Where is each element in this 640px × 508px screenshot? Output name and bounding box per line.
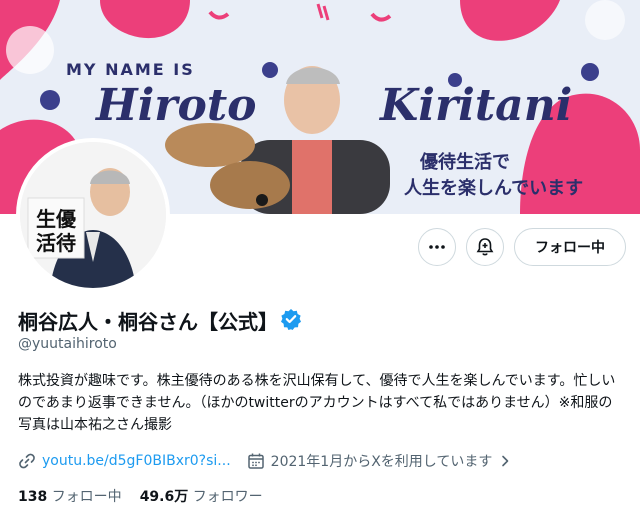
profile-link[interactable]: youtu.be/d5gF0BIBxr0?si... [42, 453, 231, 469]
display-name: 桐谷広人・桐谷さん【公式】 [18, 310, 278, 334]
user-handle: @yuutaihiroto [18, 336, 117, 352]
calendar-icon [247, 453, 264, 469]
banner-last-name: Kiritani [380, 80, 573, 131]
following-stat[interactable]: 138 フォロー中 [18, 489, 122, 505]
profile-meta: youtu.be/d5gF0BIBxr0?si... 2021年1月からXを利用… [18, 450, 512, 472]
verified-badge-icon[interactable] [280, 308, 302, 330]
svg-text:生優: 生優 [36, 207, 77, 231]
joined-date: 2021年1月からXを利用しています [270, 454, 493, 470]
more-horizontal-icon [429, 245, 445, 249]
more-options-button[interactable] [418, 228, 456, 266]
banner-my-name-is-text: MY NAME IS [66, 60, 195, 79]
followers-count: 49.6万 [139, 489, 189, 505]
banner-first-name: Hiroto [96, 80, 257, 131]
notifications-button[interactable] [466, 228, 504, 266]
following-label: フォロー中 [51, 489, 122, 505]
following-count: 138 [18, 489, 48, 505]
chevron-right-icon[interactable] [498, 454, 512, 468]
banner-tagline-2: 人生を楽しんでいます [404, 178, 584, 199]
bell-plus-icon [476, 238, 494, 256]
avatar-photo: 生優 活待 [20, 142, 166, 288]
avatar-calligraphy: 生優 活待 [36, 207, 77, 255]
svg-text:活待: 活待 [36, 231, 76, 255]
link-icon [19, 453, 35, 469]
banner-tagline-1: 優待生活で [420, 152, 510, 173]
profile-bio: 株式投資が趣味です。株主優待のある株を沢山保有して、優待で人生を楽しんでいます。… [18, 373, 616, 433]
followers-stat[interactable]: 49.6万 フォロワー [140, 489, 263, 505]
following-button[interactable]: フォロー中 [514, 228, 626, 266]
followers-label: フォロワー [192, 489, 263, 505]
profile-stats: 138 フォロー中 49.6万 フォロワー [18, 486, 263, 506]
avatar[interactable]: 生優 活待 [16, 138, 170, 292]
